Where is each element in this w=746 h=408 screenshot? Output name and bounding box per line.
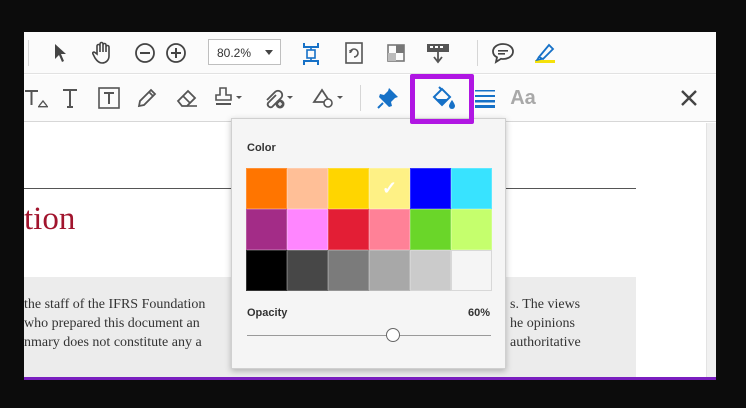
color-swatch[interactable] xyxy=(287,250,328,291)
color-label: Color xyxy=(247,142,276,154)
zoom-level-value: 80.2% xyxy=(217,46,252,60)
color-swatch[interactable] xyxy=(328,168,369,209)
comment-toolbar: Aa xyxy=(24,75,716,122)
color-swatch-grid: ✓ xyxy=(246,168,492,291)
close-icon[interactable] xyxy=(678,87,700,109)
summary-line: nmary does not constitute any a xyxy=(24,335,202,350)
line-width-icon[interactable] xyxy=(472,85,498,111)
zoom-level-select[interactable]: 80.2% xyxy=(208,39,281,65)
main-toolbar: 80.2% xyxy=(24,32,716,74)
text-callout-icon[interactable] xyxy=(24,85,50,111)
fit-page-icon[interactable] xyxy=(299,40,323,68)
color-swatch[interactable] xyxy=(410,250,451,291)
full-screen-icon[interactable] xyxy=(384,40,408,66)
summary-line: who prepared this document an xyxy=(24,316,200,331)
highlight-pen-icon[interactable] xyxy=(532,40,558,66)
add-text-icon[interactable] xyxy=(57,85,83,111)
rotate-page-icon[interactable] xyxy=(342,40,366,66)
summary-line: he opinions xyxy=(510,316,575,331)
toolbar-separator xyxy=(477,40,478,66)
color-swatch[interactable] xyxy=(246,250,287,291)
color-swatch[interactable] xyxy=(246,168,287,209)
color-swatch[interactable] xyxy=(410,168,451,209)
comment-icon[interactable] xyxy=(490,40,516,66)
hand-icon[interactable] xyxy=(90,40,116,66)
color-swatch[interactable] xyxy=(451,250,492,291)
summary-line: authoritative xyxy=(510,335,581,350)
attach-icon[interactable] xyxy=(260,85,296,111)
opacity-slider-thumb[interactable] xyxy=(386,328,401,342)
pin-icon[interactable] xyxy=(375,85,401,111)
vertical-scrollbar[interactable] xyxy=(706,123,716,377)
shapes-icon[interactable] xyxy=(310,85,346,111)
color-swatch[interactable] xyxy=(369,209,410,250)
stamp-icon[interactable] xyxy=(214,85,244,111)
checkmark-icon: ✓ xyxy=(381,178,398,198)
eraser-icon[interactable] xyxy=(174,85,200,111)
color-swatch[interactable] xyxy=(451,209,492,250)
color-swatch[interactable] xyxy=(410,209,451,250)
font-properties-button[interactable]: Aa xyxy=(508,85,538,111)
summary-line: s. The views xyxy=(510,297,581,312)
pencil-icon[interactable] xyxy=(134,85,160,111)
document-heading: tion xyxy=(24,201,76,237)
color-swatch[interactable] xyxy=(328,209,369,250)
color-swatch[interactable] xyxy=(328,250,369,291)
color-swatch[interactable] xyxy=(287,209,328,250)
text-box-icon[interactable] xyxy=(96,85,122,111)
color-swatch[interactable] xyxy=(287,168,328,209)
zoom-out-icon[interactable] xyxy=(133,41,157,65)
color-swatch[interactable] xyxy=(451,168,492,209)
toolbar-separator xyxy=(28,40,29,66)
opacity-slider-track[interactable] xyxy=(247,335,491,336)
color-swatch[interactable] xyxy=(246,209,287,250)
opacity-label: Opacity xyxy=(247,307,288,319)
color-swatch[interactable] xyxy=(369,250,410,291)
stamp-print-icon[interactable] xyxy=(424,40,452,66)
fill-color-popup: Color ✓ Opacity 60% xyxy=(231,118,506,369)
select-arrow-icon[interactable] xyxy=(49,41,73,65)
opacity-value: 60% xyxy=(467,307,490,319)
chevron-down-icon xyxy=(265,50,273,55)
fill-color-highlight-frame xyxy=(410,74,474,124)
zoom-in-icon[interactable] xyxy=(164,41,188,65)
summary-line: the staff of the IFRS Foundation xyxy=(24,297,206,312)
color-swatch[interactable]: ✓ xyxy=(369,168,410,209)
toolbar-separator xyxy=(360,85,361,111)
